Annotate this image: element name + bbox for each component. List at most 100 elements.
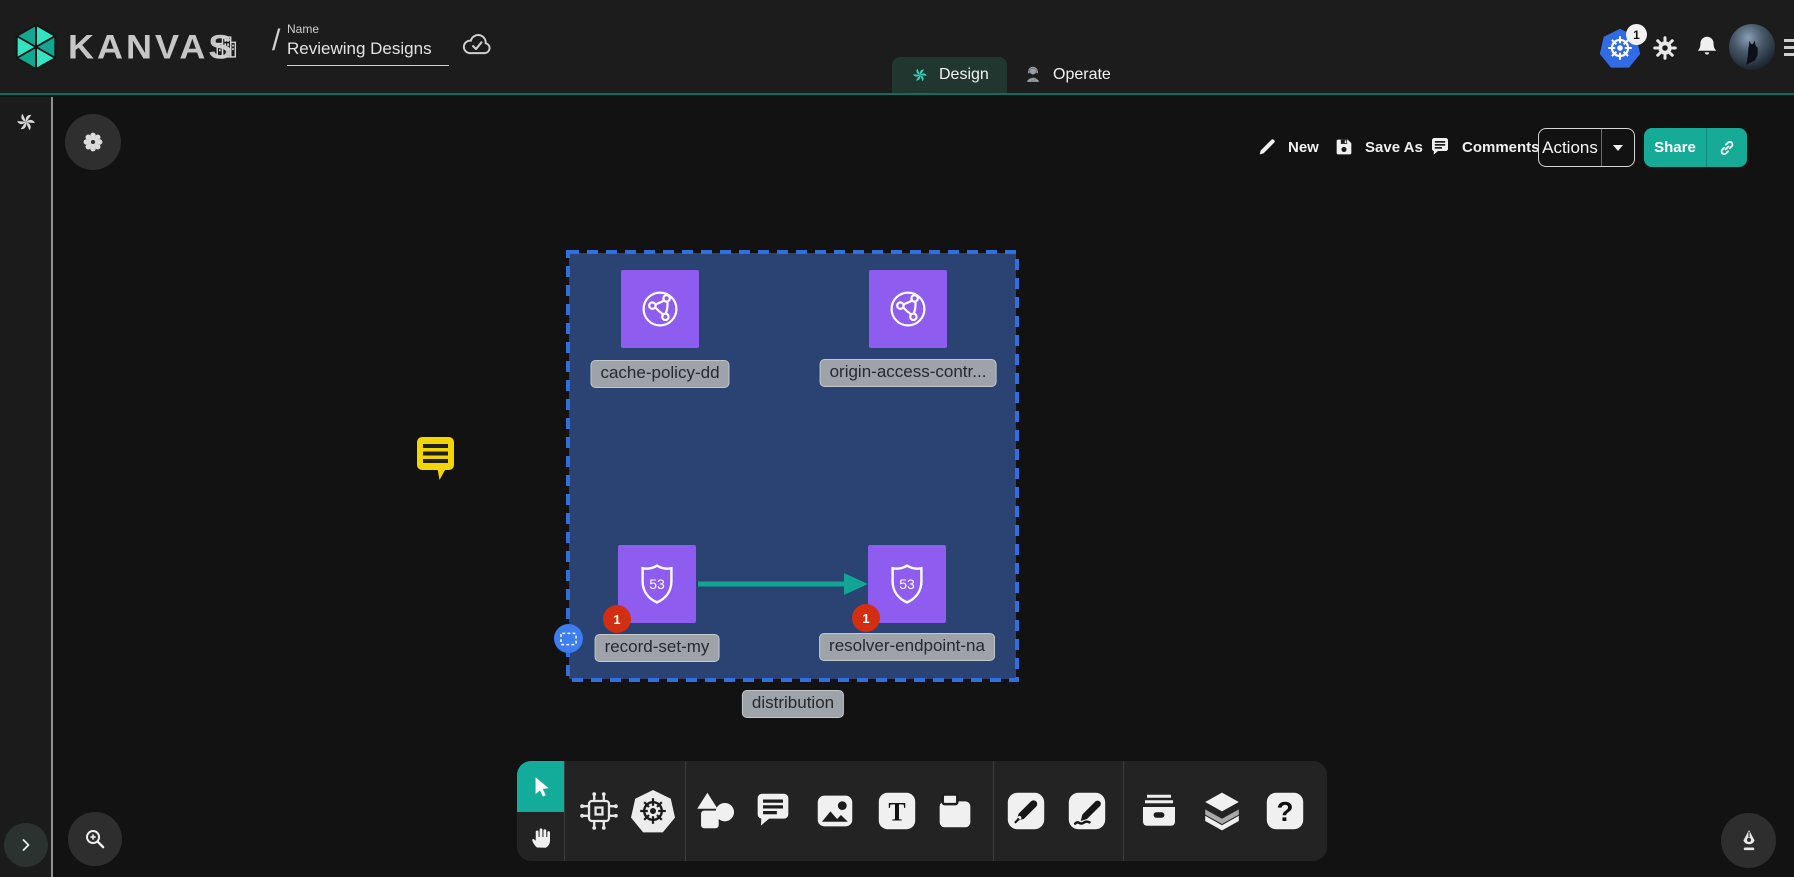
- shapes-icon: [693, 788, 739, 834]
- integrations-chip-icon: [576, 788, 622, 834]
- share-button[interactable]: Share: [1644, 128, 1747, 167]
- share-link-icon: [1717, 138, 1737, 158]
- group-label: distribution: [742, 690, 844, 718]
- settings-gear-icon[interactable]: [1650, 33, 1680, 63]
- left-sidebar: [0, 97, 53, 877]
- design-name-input[interactable]: [287, 39, 449, 66]
- kubernetes-badge-count: 1: [1626, 24, 1647, 45]
- tool-layers[interactable]: [1198, 787, 1246, 835]
- pen-mode-button[interactable]: [1721, 813, 1776, 868]
- caret-down-icon: [1612, 144, 1624, 152]
- new-button[interactable]: New: [1256, 128, 1319, 166]
- node-label: origin-access-contr...: [820, 359, 997, 387]
- tool-text[interactable]: T: [874, 788, 920, 834]
- node-badge: 1: [603, 605, 631, 633]
- new-button-label: New: [1288, 139, 1319, 156]
- hexagon-logo-icon: [14, 23, 58, 71]
- canvas-settings-flower-icon: [80, 129, 106, 155]
- logo-text: KANVAS: [68, 27, 235, 67]
- tab-design-label: Design: [939, 66, 989, 84]
- actions-button-label: Actions: [1539, 138, 1601, 158]
- component-archive-icon: [1135, 787, 1183, 835]
- text-tool-icon: T: [874, 788, 920, 834]
- kubernetes-wheel-icon: [629, 787, 677, 835]
- user-avatar[interactable]: [1729, 24, 1775, 70]
- cloudfront-globe-icon: [636, 285, 684, 333]
- tool-select-cursor[interactable]: [517, 761, 564, 812]
- pencil-icon: [1256, 136, 1278, 158]
- node-cache-policy[interactable]: [621, 270, 699, 348]
- help-icon: ?: [1262, 788, 1308, 834]
- tool-shapes[interactable]: [693, 788, 739, 834]
- tool-image[interactable]: [812, 788, 858, 834]
- toolbar-divider: [993, 761, 994, 861]
- tool-integrations-chip[interactable]: [576, 788, 622, 834]
- breadcrumb-separator: /: [272, 24, 280, 58]
- tool-sketch-pencil[interactable]: [1064, 788, 1110, 834]
- comments-button-label: Comments: [1462, 139, 1540, 156]
- sidebar-spiral-icon[interactable]: [13, 109, 39, 135]
- name-field-label: Name: [287, 22, 449, 36]
- comment-tool-icon: [750, 788, 796, 834]
- comment-bubble-icon: [1428, 135, 1452, 159]
- share-button-label: Share: [1644, 139, 1706, 156]
- hand-icon: [527, 823, 555, 851]
- organization-building-icon[interactable]: [212, 32, 240, 62]
- share-link-segment[interactable]: [1706, 128, 1747, 167]
- toolbar-divider: [1123, 761, 1124, 861]
- tool-sticky-note[interactable]: [932, 788, 978, 834]
- canvas-settings-button[interactable]: [65, 114, 121, 170]
- tool-component-archive[interactable]: [1135, 787, 1183, 835]
- zoom-in-button[interactable]: [68, 812, 122, 866]
- tool-help[interactable]: ?: [1262, 788, 1308, 834]
- route53-shield-icon: 53: [633, 560, 681, 608]
- node-origin-access[interactable]: [869, 270, 947, 348]
- sticky-note-icon: [932, 788, 978, 834]
- node-label: resolver-endpoint-na: [819, 633, 995, 661]
- tool-pan-hand[interactable]: [517, 812, 564, 861]
- zoom-in-icon: [82, 826, 108, 852]
- image-icon: [812, 788, 858, 834]
- route53-glyph: 53: [899, 576, 915, 592]
- comment-annotation-marker[interactable]: [412, 432, 458, 482]
- design-name-field: Name: [287, 22, 449, 66]
- tab-operate[interactable]: Operate: [1004, 57, 1129, 93]
- cloudfront-globe-icon: [884, 285, 932, 333]
- tool-pen[interactable]: [1003, 788, 1049, 834]
- group-selection-handle[interactable]: [554, 624, 583, 653]
- floppy-save-icon: [1333, 136, 1355, 158]
- app-logo[interactable]: KANVAS: [14, 23, 235, 71]
- save-as-button-label: Save As: [1365, 139, 1423, 156]
- bottom-toolbar: T: [517, 761, 1327, 861]
- tool-kubernetes[interactable]: [629, 787, 677, 835]
- cloud-sync-check-icon: [460, 30, 494, 58]
- pen-tool-icon: [1003, 788, 1049, 834]
- node-label: record-set-my: [595, 634, 720, 662]
- tab-design[interactable]: Design: [892, 57, 1007, 93]
- chevron-right-icon: [16, 835, 36, 855]
- notifications-bell-icon[interactable]: [1693, 32, 1721, 62]
- layers-icon: [1198, 787, 1246, 835]
- tool-comment[interactable]: [750, 788, 796, 834]
- edge-menu-icon[interactable]: [1784, 39, 1794, 56]
- avatar-silhouette: [1735, 34, 1769, 70]
- node-record-set[interactable]: 53: [618, 545, 696, 623]
- pen-nib-icon: [1735, 827, 1763, 855]
- route53-glyph: 53: [649, 576, 665, 592]
- toolbar-divider: [685, 761, 686, 861]
- dashed-rect-icon: [559, 631, 578, 647]
- actions-caret-segment[interactable]: [1601, 129, 1634, 166]
- design-spiral-icon: [910, 65, 930, 85]
- toolbar-divider: [564, 761, 565, 861]
- sketch-pencil-icon: [1064, 788, 1110, 834]
- node-label: cache-policy-dd: [590, 360, 729, 388]
- node-resolver-endpoint[interactable]: 53: [868, 545, 946, 623]
- comments-button[interactable]: Comments: [1428, 128, 1540, 166]
- tab-operate-label: Operate: [1053, 66, 1111, 84]
- save-as-button[interactable]: Save As: [1333, 128, 1423, 166]
- actions-dropdown-button[interactable]: Actions: [1538, 128, 1635, 167]
- operate-headset-person-icon: [1022, 64, 1044, 86]
- expand-sidebar-button[interactable]: [4, 823, 48, 867]
- route53-shield-icon: 53: [883, 560, 931, 608]
- cursor-arrow-icon: [528, 774, 554, 800]
